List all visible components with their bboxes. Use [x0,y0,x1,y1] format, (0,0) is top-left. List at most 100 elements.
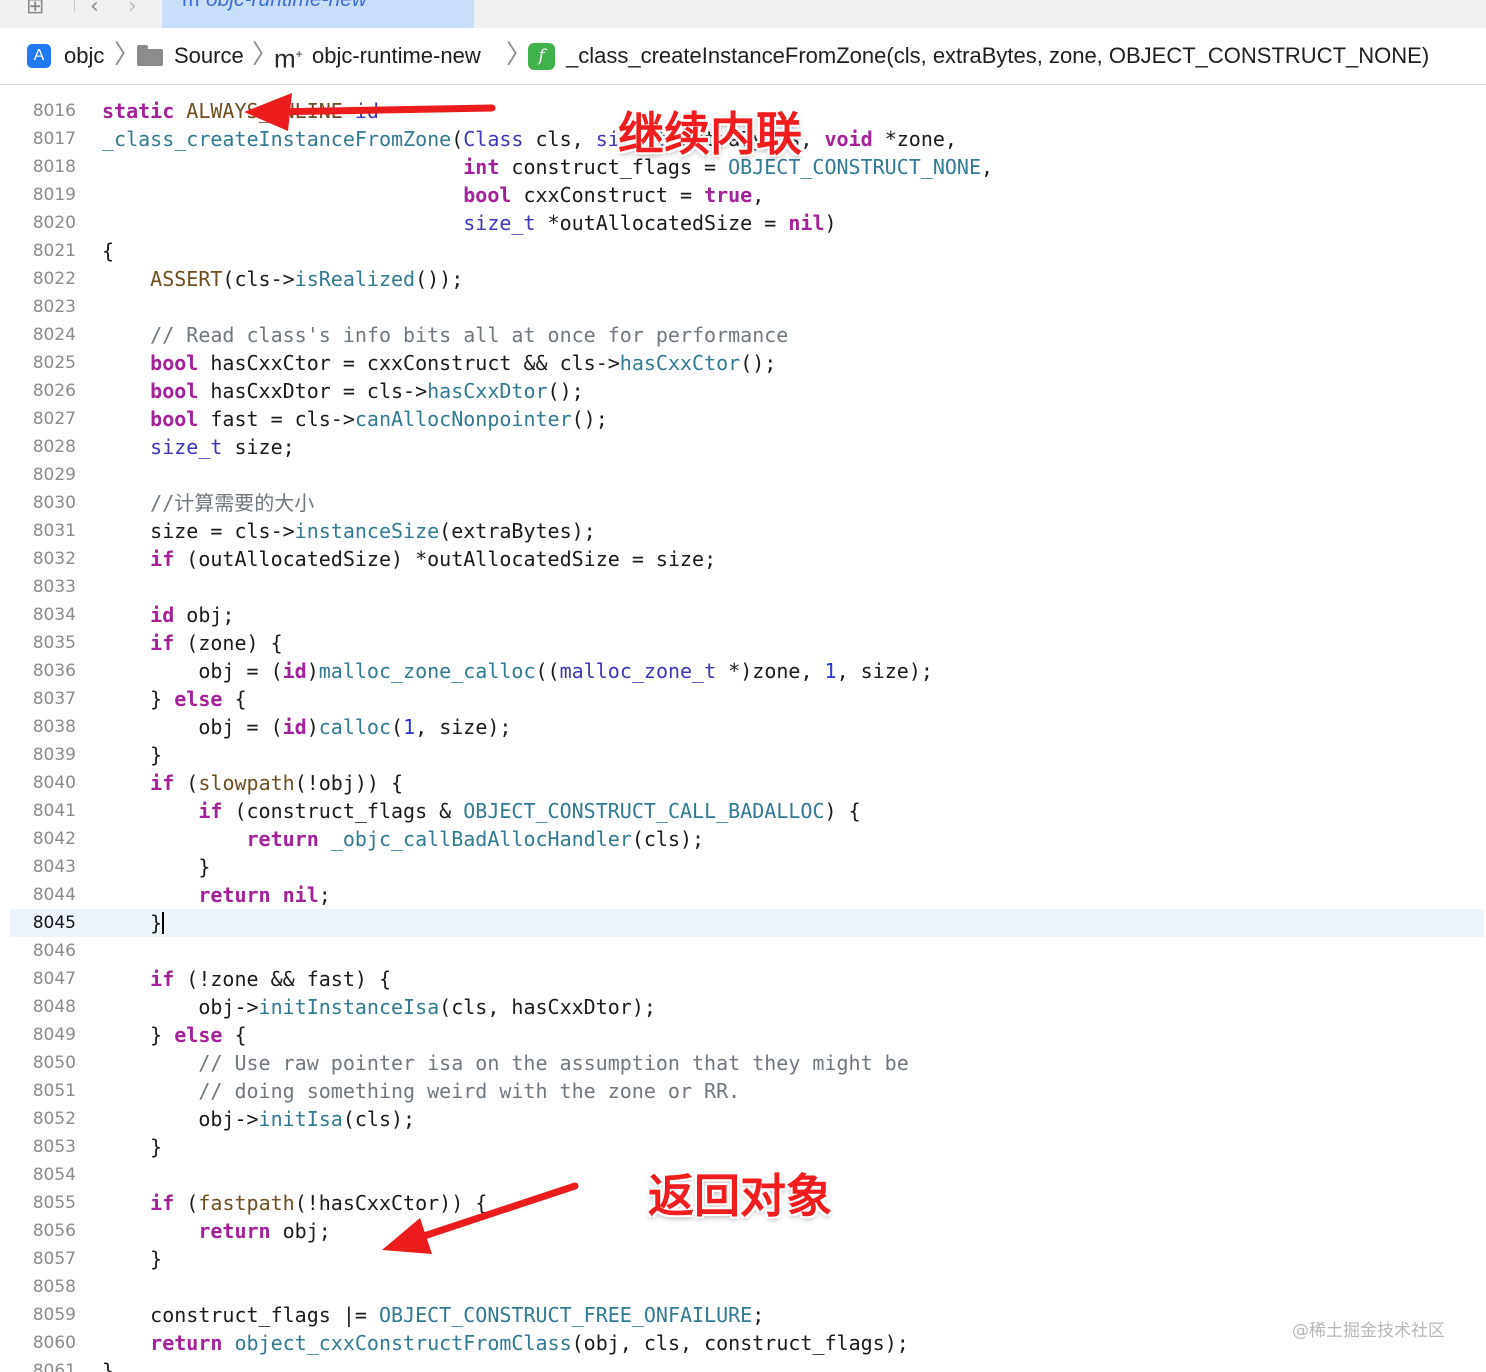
code-text[interactable]: if (!zone && fast) { [102,965,391,993]
line-number[interactable]: 8021 [10,237,76,265]
code-line[interactable]: 8060 return object_cxxConstructFromClass… [10,1329,1484,1357]
code-text[interactable]: size = cls->instanceSize(extraBytes); [102,517,596,545]
code-line[interactable]: 8036 obj = (id)malloc_zone_calloc((mallo… [10,657,1484,685]
line-number[interactable]: 8042 [10,825,76,853]
code-text[interactable]: return nil; [102,881,330,909]
code-line[interactable]: 8058 [10,1273,1484,1301]
line-number[interactable]: 8052 [10,1105,76,1133]
code-text[interactable]: id obj; [102,601,234,629]
line-number[interactable]: 8017 [10,125,76,153]
line-number[interactable]: 8023 [10,293,76,321]
code-line[interactable]: 8019 bool cxxConstruct = true, [10,181,1484,209]
code-text[interactable]: _class_createInstanceFromZone(Class cls,… [102,125,957,153]
code-text[interactable]: } [102,741,162,769]
line-number[interactable]: 8037 [10,685,76,713]
code-line[interactable]: 8046 [10,937,1484,965]
code-line[interactable]: 8020 size_t *outAllocatedSize = nil) [10,209,1484,237]
line-number[interactable]: 8032 [10,545,76,573]
code-text[interactable]: //计算需要的大小 [102,489,314,517]
code-text[interactable]: } [102,1245,162,1273]
code-text[interactable]: bool fast = cls->canAllocNonpointer(); [102,405,608,433]
tab-objc-runtime-new[interactable]: m objc-runtime-new [162,0,474,28]
breadcrumb-item-file[interactable]: objc-runtime-new [312,28,481,84]
code-line[interactable]: 8052 obj->initIsa(cls); [10,1105,1484,1133]
line-number[interactable]: 8019 [10,181,76,209]
code-line[interactable]: 8044 return nil; [10,881,1484,909]
line-number[interactable]: 8046 [10,937,76,965]
line-number[interactable]: 8050 [10,1049,76,1077]
code-line[interactable]: 8039 } [10,741,1484,769]
line-number[interactable]: 8057 [10,1245,76,1273]
code-text[interactable]: } [102,1133,162,1161]
line-number[interactable]: 8025 [10,349,76,377]
line-number[interactable]: 8020 [10,209,76,237]
code-text[interactable]: bool hasCxxCtor = cxxConstruct && cls->h… [102,349,776,377]
code-line[interactable]: 8035 if (zone) { [10,629,1484,657]
line-number[interactable]: 8060 [10,1329,76,1357]
breadcrumb-item-function[interactable]: _class_createInstanceFromZone(cls, extra… [566,28,1429,84]
line-number[interactable]: 8029 [10,461,76,489]
code-line[interactable]: 8024 // Read class's info bits all at on… [10,321,1484,349]
code-text[interactable]: if (fastpath(!hasCxxCtor)) { [102,1189,487,1217]
breadcrumb-item-project[interactable]: objc [64,28,104,84]
code-line[interactable]: 8048 obj->initInstanceIsa(cls, hasCxxDto… [10,993,1484,1021]
code-line[interactable]: 8049 } else { [10,1021,1484,1049]
code-line[interactable]: 8045 } [10,909,1484,937]
line-number[interactable]: 8056 [10,1217,76,1245]
line-number[interactable]: 8038 [10,713,76,741]
code-line[interactable]: 8029 [10,461,1484,489]
breadcrumb-item-folder[interactable]: Source [174,28,244,84]
line-number[interactable]: 8058 [10,1273,76,1301]
code-text[interactable]: } [102,909,165,937]
code-line[interactable]: 8023 [10,293,1484,321]
line-number[interactable]: 8033 [10,573,76,601]
line-number[interactable]: 8053 [10,1133,76,1161]
code-text[interactable]: return _objc_callBadAllocHandler(cls); [102,825,705,853]
code-text[interactable]: obj = (id)malloc_zone_calloc((malloc_zon… [102,657,933,685]
code-text[interactable]: if (outAllocatedSize) *outAllocatedSize … [102,545,716,573]
code-text[interactable]: obj->initIsa(cls); [102,1105,415,1133]
line-number[interactable]: 8036 [10,657,76,685]
line-number[interactable]: 8044 [10,881,76,909]
code-text[interactable]: return object_cxxConstructFromClass(obj,… [102,1329,909,1357]
code-text[interactable]: obj = (id)calloc(1, size); [102,713,511,741]
grid-icon[interactable]: ⊞ [26,0,44,18]
code-text[interactable]: // Read class's info bits all at once fo… [102,321,788,349]
line-number[interactable]: 8027 [10,405,76,433]
code-text[interactable]: return obj; [102,1217,330,1245]
code-text[interactable]: int construct_flags = OBJECT_CONSTRUCT_N… [102,153,993,181]
code-text[interactable]: } else { [102,1021,246,1049]
line-number[interactable]: 8028 [10,433,76,461]
code-text[interactable]: } [102,853,210,881]
code-line[interactable]: 8050 // Use raw pointer isa on the assum… [10,1049,1484,1077]
line-number[interactable]: 8031 [10,517,76,545]
line-number[interactable]: 8016 [10,97,76,125]
code-line[interactable]: 8041 if (construct_flags & OBJECT_CONSTR… [10,797,1484,825]
code-text[interactable]: static ALWAYS_INLINE id [102,97,379,125]
code-line[interactable]: 8034 id obj; [10,601,1484,629]
code-text[interactable]: // doing something weird with the zone o… [102,1077,740,1105]
back-chevron-icon[interactable]: ‹ [90,0,99,18]
line-number[interactable]: 8055 [10,1189,76,1217]
line-number[interactable]: 8022 [10,265,76,293]
code-line[interactable]: 8059 construct_flags |= OBJECT_CONSTRUCT… [10,1301,1484,1329]
code-text[interactable]: if (zone) { [102,629,282,657]
code-line[interactable]: 8040 if (slowpath(!obj)) { [10,769,1484,797]
line-number[interactable]: 8045 [10,909,76,937]
line-number[interactable]: 8026 [10,377,76,405]
code-line[interactable]: 8027 bool fast = cls->canAllocNonpointer… [10,405,1484,433]
line-number[interactable]: 8054 [10,1161,76,1189]
code-line[interactable]: 8022 ASSERT(cls->isRealized()); [10,265,1484,293]
code-line[interactable]: 8031 size = cls->instanceSize(extraBytes… [10,517,1484,545]
code-line[interactable]: 8043 } [10,853,1484,881]
code-text[interactable]: } [102,1357,114,1372]
forward-chevron-icon[interactable]: › [128,0,137,18]
code-text[interactable]: // Use raw pointer isa on the assumption… [102,1049,908,1077]
code-line[interactable]: 8042 return _objc_callBadAllocHandler(cl… [10,825,1484,853]
code-text[interactable]: } else { [102,685,246,713]
line-number[interactable]: 8039 [10,741,76,769]
code-line[interactable]: 8033 [10,573,1484,601]
code-text[interactable]: size_t *outAllocatedSize = nil) [102,209,836,237]
line-number[interactable]: 8041 [10,797,76,825]
code-line[interactable]: 8061} [10,1357,1484,1372]
